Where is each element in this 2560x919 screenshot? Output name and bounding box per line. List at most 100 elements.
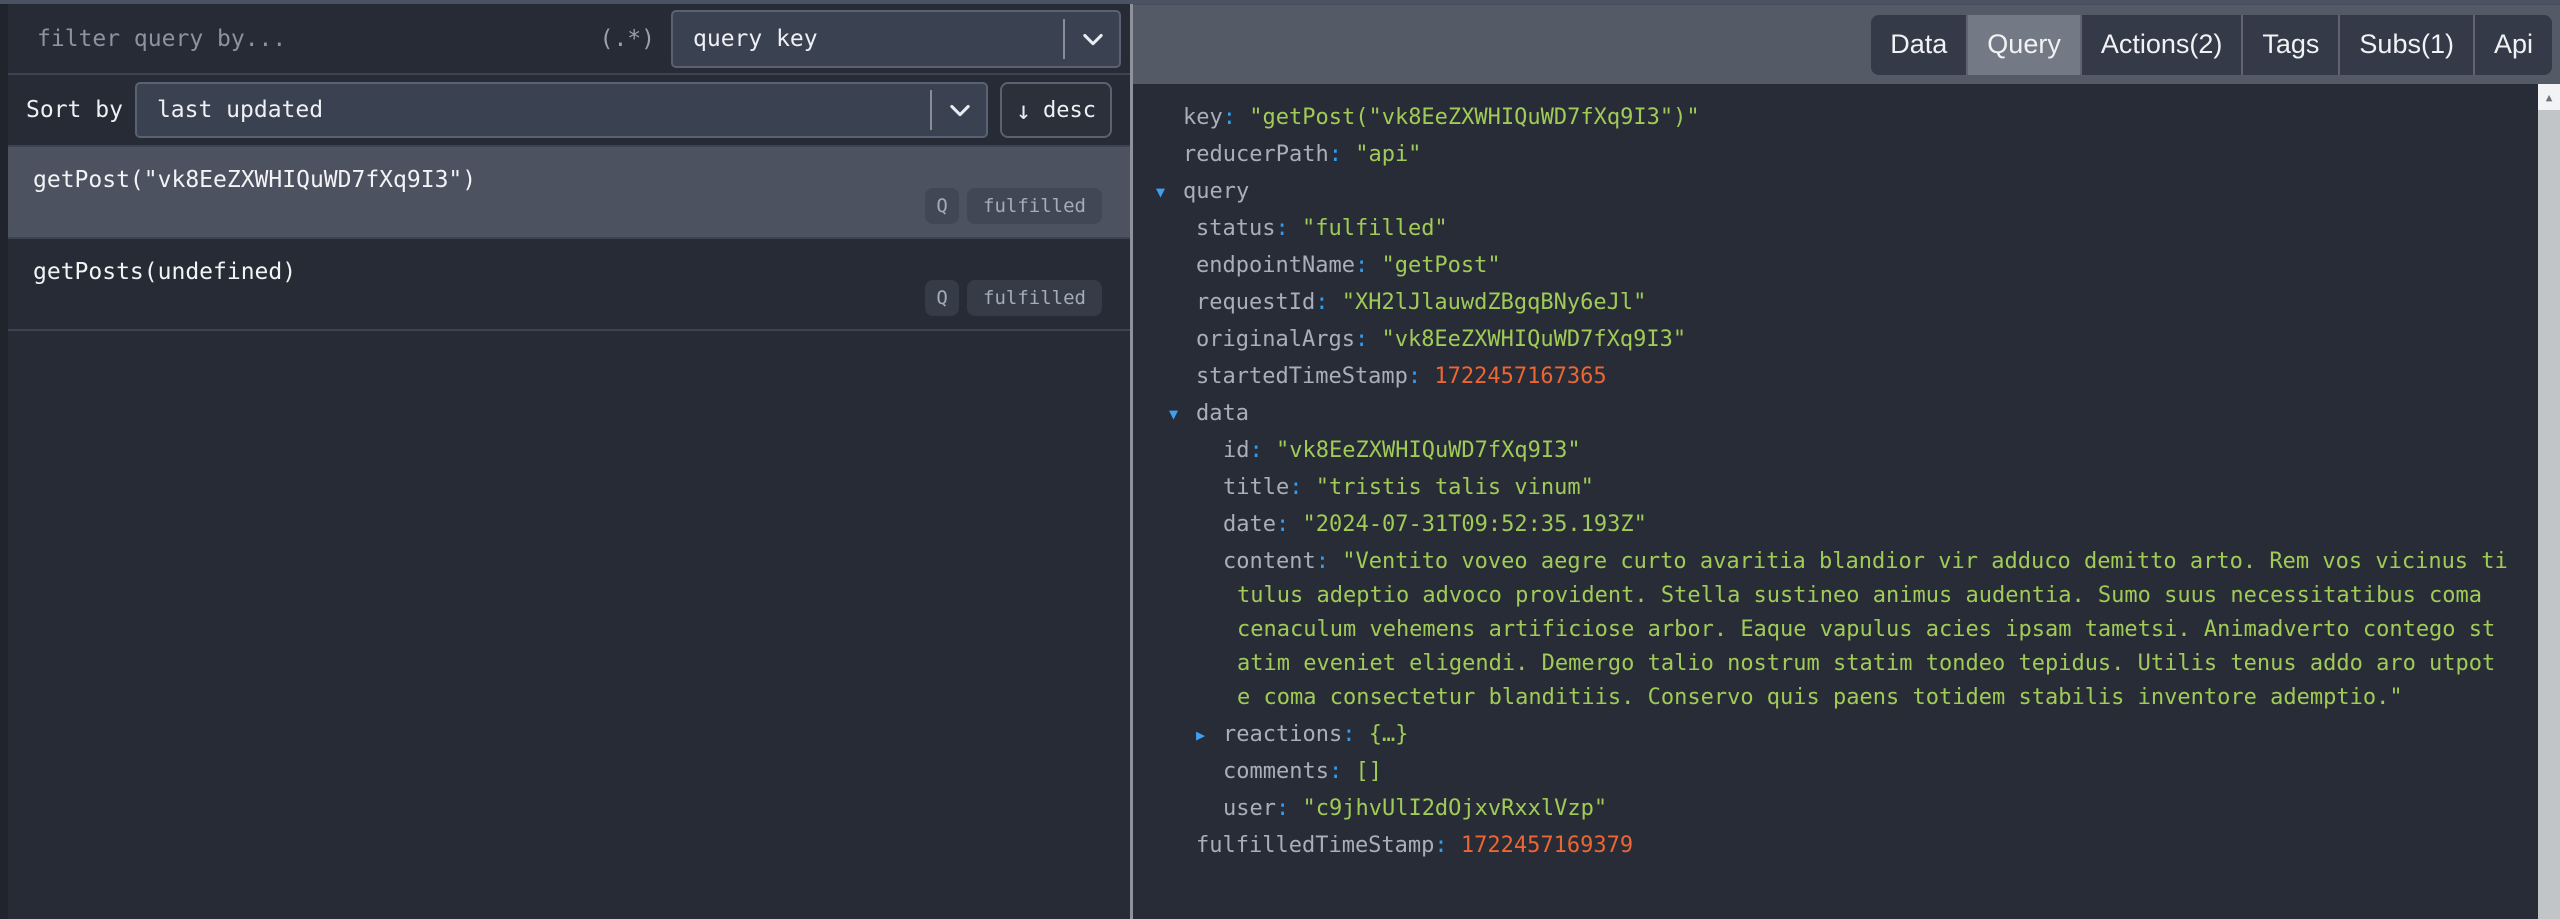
tree-colon: : (1276, 512, 1303, 537)
tab-api[interactable]: Api (2473, 15, 2552, 75)
tree-row-data[interactable]: ▼data (1133, 397, 2538, 431)
filter-by-select[interactable]: query key (671, 10, 1121, 68)
tree-collapse-icon[interactable]: ▼ (1169, 397, 1196, 431)
tree-row-fulfilledTimeStamp: fulfilledTimeStamp: 1722457169379 (1133, 829, 2538, 863)
tree-colon: : (1289, 475, 1316, 500)
query-status-badge: fulfilled (967, 280, 1102, 316)
select-divider (1063, 19, 1065, 59)
query-badges: Qfulfilled (925, 280, 1102, 316)
tree-colon: : (1408, 364, 1435, 389)
tree-row-content: content: "Ventito voveo aegre curto avar… (1133, 545, 2508, 715)
sort-direction-label: desc (1043, 98, 1096, 123)
query-key-label: getPosts(undefined) (8, 239, 1130, 285)
query-detail-panel: DataQueryActions(2)TagsSubs(1)Api key: "… (1133, 4, 2560, 919)
tree-colon: : (1329, 142, 1356, 167)
tab-tags[interactable]: Tags (2241, 15, 2338, 75)
tree-value: "c9jhvUlI2dOjxvRxxlVzp" (1302, 796, 1607, 821)
tree-row-date: date: "2024-07-31T09:52:35.193Z" (1133, 508, 2538, 542)
tree-row-id: id: "vk8EeZXWHIQuWD7fXq9I3" (1133, 434, 2538, 468)
sort-by-label: Sort by (26, 97, 123, 123)
tab-bar: DataQueryActions(2)TagsSubs(1)Api (1871, 15, 2552, 75)
tree-key: endpointName (1196, 253, 1355, 278)
scroll-up-button[interactable]: ▲ (2538, 84, 2560, 110)
sort-bar: Sort by last updated ↓ desc (8, 75, 1130, 147)
tree-row-status: status: "fulfilled" (1133, 212, 2538, 246)
vertical-scrollbar[interactable]: ▲ (2538, 84, 2560, 919)
tree-value: "Ventito voveo aegre curto avaritia blan… (1237, 549, 2508, 710)
tree-key: reducerPath (1183, 142, 1329, 167)
tree-expand-icon[interactable]: ▶ (1196, 718, 1223, 752)
tab-subs1[interactable]: Subs(1) (2338, 15, 2473, 75)
tree-value: "vk8EeZXWHIQuWD7fXq9I3" (1276, 438, 1581, 463)
tree-value: 1722457169379 (1461, 833, 1633, 858)
filter-by-select-value: query key (673, 26, 1063, 52)
tree-colon: : (1275, 216, 1302, 241)
tree-key: user (1223, 796, 1276, 821)
tree-value: [] (1355, 759, 1382, 784)
regex-toggle[interactable]: (.*) (600, 26, 655, 52)
tab-data[interactable]: Data (1871, 15, 1966, 75)
tree-row-query[interactable]: ▼query (1133, 175, 2538, 209)
filter-query-input[interactable]: filter query by... (37, 4, 592, 73)
tree-key: date (1223, 512, 1276, 537)
query-list-item[interactable]: getPosts(undefined)Qfulfilled (8, 239, 1130, 331)
tree-colon: : (1355, 327, 1382, 352)
filter-bar: filter query by... (.*) query key (8, 4, 1130, 75)
tree-row-endpointName: endpointName: "getPost" (1133, 249, 2538, 283)
sort-by-select-value: last updated (137, 97, 930, 123)
query-type-badge: Q (925, 280, 959, 316)
tree-key: comments (1223, 759, 1329, 784)
tree-row-reactions[interactable]: ▶reactions: {…} (1133, 718, 2538, 752)
sort-direction-button[interactable]: ↓ desc (1000, 82, 1112, 138)
tree-key: fulfilledTimeStamp (1196, 833, 1434, 858)
query-status-badge: fulfilled (967, 188, 1102, 224)
tree-row-user: user: "c9jhvUlI2dOjxvRxxlVzp" (1133, 792, 2538, 826)
tree-value: "api" (1355, 142, 1421, 167)
tree-key: originalArgs (1196, 327, 1355, 352)
tab-query[interactable]: Query (1966, 15, 2080, 75)
tree-colon: : (1316, 549, 1343, 574)
sort-by-select[interactable]: last updated (135, 82, 988, 138)
scrollbar-thumb[interactable] (2538, 110, 2560, 919)
tree-colon: : (1223, 105, 1250, 130)
arrow-down-icon: ↓ (1016, 96, 1031, 125)
tree-colon: : (1355, 253, 1382, 278)
query-type-badge: Q (925, 188, 959, 224)
tree-colon: : (1434, 833, 1461, 858)
tree-collapse-icon[interactable]: ▼ (1156, 175, 1183, 209)
chevron-down-icon (934, 96, 986, 124)
tree-colon: : (1250, 438, 1277, 463)
filter-query-placeholder: filter query by... (37, 26, 286, 52)
chevron-down-icon (1067, 25, 1119, 53)
query-list-panel: filter query by... (.*) query key Sort b… (0, 4, 1130, 919)
tree-key: content (1223, 549, 1316, 574)
tree-key: id (1223, 438, 1250, 463)
tree-colon: : (1342, 722, 1369, 747)
tree-colon: : (1276, 796, 1303, 821)
tree-colon: : (1329, 759, 1356, 784)
query-detail-tree: key: "getPost("vk8EeZXWHIQuWD7fXq9I3")" r… (1133, 84, 2538, 919)
tree-row-title: title: "tristis talis vinum" (1133, 471, 2538, 505)
tree-colon: : (1315, 290, 1342, 315)
tree-value: "XH2lJlauwdZBgqBNy6eJl" (1342, 290, 1647, 315)
tree-key: query (1183, 179, 1249, 204)
tab-actions2[interactable]: Actions(2) (2080, 15, 2242, 75)
tree-key: key (1183, 105, 1223, 130)
select-divider (930, 90, 932, 130)
tree-key: requestId (1196, 290, 1315, 315)
query-list-item[interactable]: getPost("vk8EeZXWHIQuWD7fXq9I3")Qfulfill… (8, 147, 1130, 239)
tree-key: reactions (1223, 722, 1342, 747)
tree-value: "getPost("vk8EeZXWHIQuWD7fXq9I3")" (1249, 105, 1699, 130)
tree-value: "tristis talis vinum" (1316, 475, 1594, 500)
tree-key: startedTimeStamp (1196, 364, 1408, 389)
query-badges: Qfulfilled (925, 188, 1102, 224)
tree-key: data (1196, 401, 1249, 426)
tree-value: 1722457167365 (1434, 364, 1606, 389)
tree-value: "fulfilled" (1302, 216, 1448, 241)
query-key-label: getPost("vk8EeZXWHIQuWD7fXq9I3") (8, 147, 1130, 193)
query-list: getPost("vk8EeZXWHIQuWD7fXq9I3")Qfulfill… (8, 147, 1130, 331)
tree-value: {…} (1369, 722, 1409, 747)
detail-tab-bar: DataQueryActions(2)TagsSubs(1)Api (1133, 4, 2560, 84)
tree-row-reducerPath: reducerPath: "api" (1133, 138, 2538, 172)
tree-row-comments: comments: [] (1133, 755, 2538, 789)
